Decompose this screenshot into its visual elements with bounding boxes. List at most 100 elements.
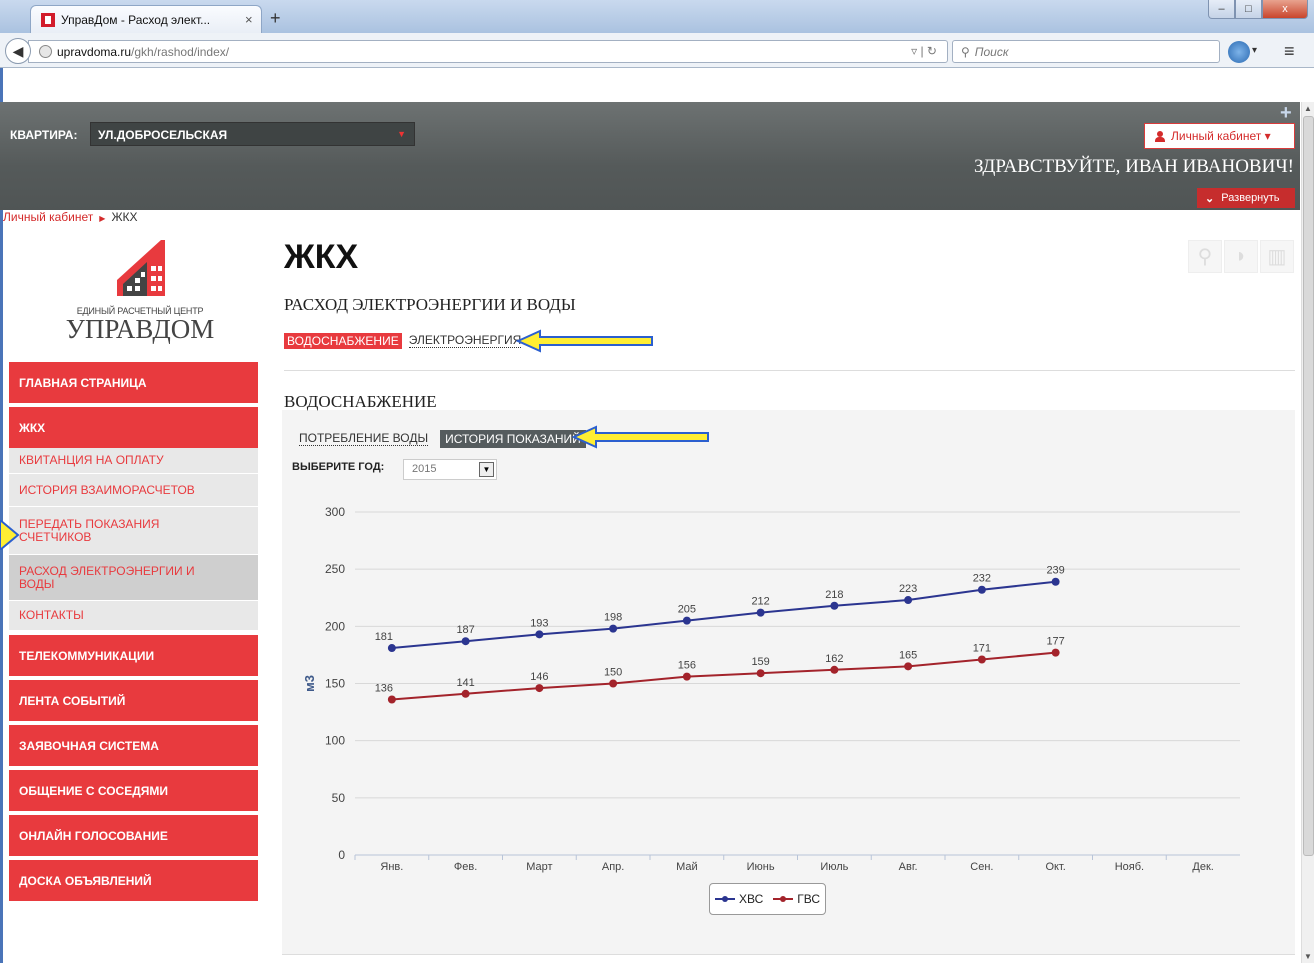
breadcrumb-arrow-icon: ▶: [99, 214, 106, 223]
data-point: [1051, 648, 1060, 657]
annotation-arrow-history: [572, 425, 709, 449]
greeting-text: ЗДРАВСТВУЙТЕ, ИВАН ИВАНОВИЧ!: [974, 156, 1294, 177]
house-logo-icon: [117, 240, 165, 296]
legend-item-hot-water[interactable]: ГВС: [773, 892, 820, 906]
data-label: 193: [530, 617, 548, 629]
browser-tab[interactable]: УправДом - Расход элект... ×: [30, 5, 262, 33]
personal-cabinet-label: Личный кабинет ▾: [1171, 129, 1271, 143]
reload-icon[interactable]: ▿ | ↻: [911, 44, 937, 58]
y-axis-label: м3: [302, 675, 317, 692]
personal-cabinet-button[interactable]: Личный кабинет ▾: [1144, 123, 1295, 149]
data-label: 141: [456, 677, 474, 689]
breadcrumb-cabinet-link[interactable]: Личный кабинет: [3, 210, 93, 224]
data-point: [461, 637, 470, 646]
site-logo[interactable]: ЕДИНЫЙ РАСЧЕТНЫЙ ЦЕНТР УПРАВДОМ: [50, 240, 230, 350]
divider: [284, 370, 1295, 371]
data-label: 218: [825, 589, 843, 601]
data-label: 232: [973, 573, 991, 585]
year-label: ВЫБЕРИТЕ ГОД:: [292, 461, 385, 473]
close-window-button[interactable]: x: [1262, 0, 1308, 19]
year-value: 2015: [412, 463, 437, 475]
y-tick-label: 200: [325, 619, 345, 633]
light-bulb-icon[interactable]: ◗: [1224, 240, 1258, 273]
y-tick-label: 150: [325, 677, 345, 691]
tab-close-icon[interactable]: ×: [245, 12, 261, 27]
x-tick-label: Сен.: [970, 861, 993, 873]
user-icon: [1155, 130, 1165, 142]
page-scrollbar[interactable]: ▲ ▼: [1301, 102, 1314, 963]
search-icon: ⚲: [961, 44, 970, 59]
water-tap-icon[interactable]: ⚲: [1188, 240, 1222, 273]
sidebar-item-requests[interactable]: ЗАЯВОЧНАЯ СИСТЕМА: [9, 725, 258, 766]
x-tick-label: Май: [676, 861, 698, 873]
sidebar-item-events[interactable]: ЛЕНТА СОБЫТИЙ: [9, 680, 258, 721]
data-point: [461, 689, 470, 698]
x-tick-label: Июнь: [747, 861, 775, 873]
url-domain: upravdoma.ru: [57, 44, 132, 59]
x-tick-label: Фев.: [454, 861, 477, 873]
apartment-value: УЛ.ДОБРОСЕЛЬСКАЯ: [98, 128, 228, 142]
radiator-icon[interactable]: ▥: [1260, 240, 1294, 273]
tab-readings-history[interactable]: ИСТОРИЯ ПОКАЗАНИЙ: [440, 430, 586, 448]
search-placeholder: Поиск: [974, 44, 1009, 59]
back-button[interactable]: ◀: [5, 38, 31, 64]
data-point: [977, 655, 986, 664]
address-bar[interactable]: upravdoma.ru/gkh/rashod/index/ ▿ | ↻: [28, 40, 948, 63]
tab-water-consumption[interactable]: ПОТРЕБЛЕНИЕ ВОДЫ: [299, 432, 429, 446]
y-tick-label: 250: [325, 562, 345, 576]
series-line: [391, 651, 1056, 701]
scrollbar-thumb[interactable]: [1303, 116, 1314, 856]
resource-tabs: ВОДОСНАБЖЕНИЕ ЭЛЕКТРОЭНЕРГИЯ: [284, 333, 522, 349]
data-point: [535, 630, 544, 639]
menu-icon[interactable]: ≡: [1284, 41, 1295, 62]
sidebar-item-receipt[interactable]: КВИТАНЦИЯ НА ОПЛАТУ: [9, 448, 258, 474]
x-tick-label: Дек.: [1192, 861, 1213, 873]
chevron-down-icon: ⌄: [1205, 192, 1215, 205]
x-tick-label: Янв.: [380, 861, 403, 873]
year-select[interactable]: 2015 ▼: [403, 459, 497, 480]
data-label: 181: [375, 631, 393, 643]
data-point: [830, 665, 839, 674]
minimize-button[interactable]: –: [1208, 0, 1235, 19]
data-point: [535, 684, 544, 693]
sidebar-item-telecom[interactable]: ТЕЛЕКОММУНИКАЦИИ: [9, 635, 258, 676]
legend-label: ГВС: [797, 892, 821, 906]
annotation-arrow-sidebar: [0, 520, 20, 550]
data-point: [904, 596, 913, 605]
chevron-down-icon[interactable]: ▾: [1252, 45, 1257, 56]
sidebar-item-settlement-history[interactable]: ИСТОРИЯ ВЗАИМОРАСЧЕТОВ: [9, 474, 258, 507]
legend-item-cold-water[interactable]: ХВС: [714, 892, 764, 906]
sidebar-item-consumption[interactable]: РАСХОД ЭЛЕКТРОЭНЕРГИИ И ВОДЫ: [9, 555, 258, 601]
sidebar-item-home[interactable]: ГЛАВНАЯ СТРАНИЦА: [9, 362, 258, 403]
scroll-down-icon[interactable]: ▼: [1304, 952, 1312, 961]
browser-tab-bar: УправДом - Расход элект... × + – □ x: [0, 0, 1314, 33]
sidebar-item-contacts[interactable]: КОНТАКТЫ: [9, 601, 258, 631]
data-label: 198: [604, 612, 622, 624]
sidebar-item-board[interactable]: ДОСКА ОБЪЯВЛЕНИЙ: [9, 860, 258, 901]
logo-big-text: УПРАВДОМ: [65, 314, 215, 344]
search-input[interactable]: ⚲ Поиск: [952, 40, 1220, 63]
x-tick-label: Июль: [820, 861, 848, 873]
caret-down-icon: ▼: [397, 129, 406, 139]
page-title: ЖКХ: [284, 238, 359, 276]
apartment-select[interactable]: УЛ.ДОБРОСЕЛЬСКАЯ ▼: [90, 122, 415, 146]
data-label: 187: [456, 624, 474, 636]
firefox-icon[interactable]: [1228, 41, 1250, 63]
sidebar-item-submit-readings[interactable]: ПЕРЕДАТЬ ПОКАЗАНИЯ СЧЕТЧИКОВ: [9, 507, 258, 555]
sidebar-item-gkh[interactable]: ЖКХ: [9, 407, 258, 448]
maximize-button[interactable]: □: [1235, 0, 1262, 19]
site-header: + КВАРТИРА: УЛ.ДОБРОСЕЛЬСКАЯ ▼ Личный ка…: [0, 102, 1300, 210]
section-title: ВОДОСНАБЖЕНИЕ: [284, 392, 437, 411]
y-tick-label: 0: [338, 848, 345, 862]
sidebar-item-voting[interactable]: ОНЛАЙН ГОЛОСОВАНИЕ: [9, 815, 258, 856]
legend-label: ХВС: [738, 892, 764, 906]
tab-water[interactable]: ВОДОСНАБЖЕНИЕ: [284, 333, 402, 349]
data-label: 150: [604, 667, 622, 679]
sidebar-item-neighbors[interactable]: ОБЩЕНИЕ С СОСЕДЯМИ: [9, 770, 258, 811]
back-arrow-icon: ◀: [12, 42, 24, 59]
new-tab-button[interactable]: +: [270, 8, 281, 29]
expand-button[interactable]: ⌄ Развернуть: [1197, 188, 1295, 208]
page-subtitle: РАСХОД ЭЛЕКТРОЭНЕРГИИ И ВОДЫ: [284, 295, 576, 314]
tab-electricity[interactable]: ЭЛЕКТРОЭНЕРГИЯ: [408, 334, 522, 348]
scroll-up-icon[interactable]: ▲: [1304, 104, 1312, 113]
